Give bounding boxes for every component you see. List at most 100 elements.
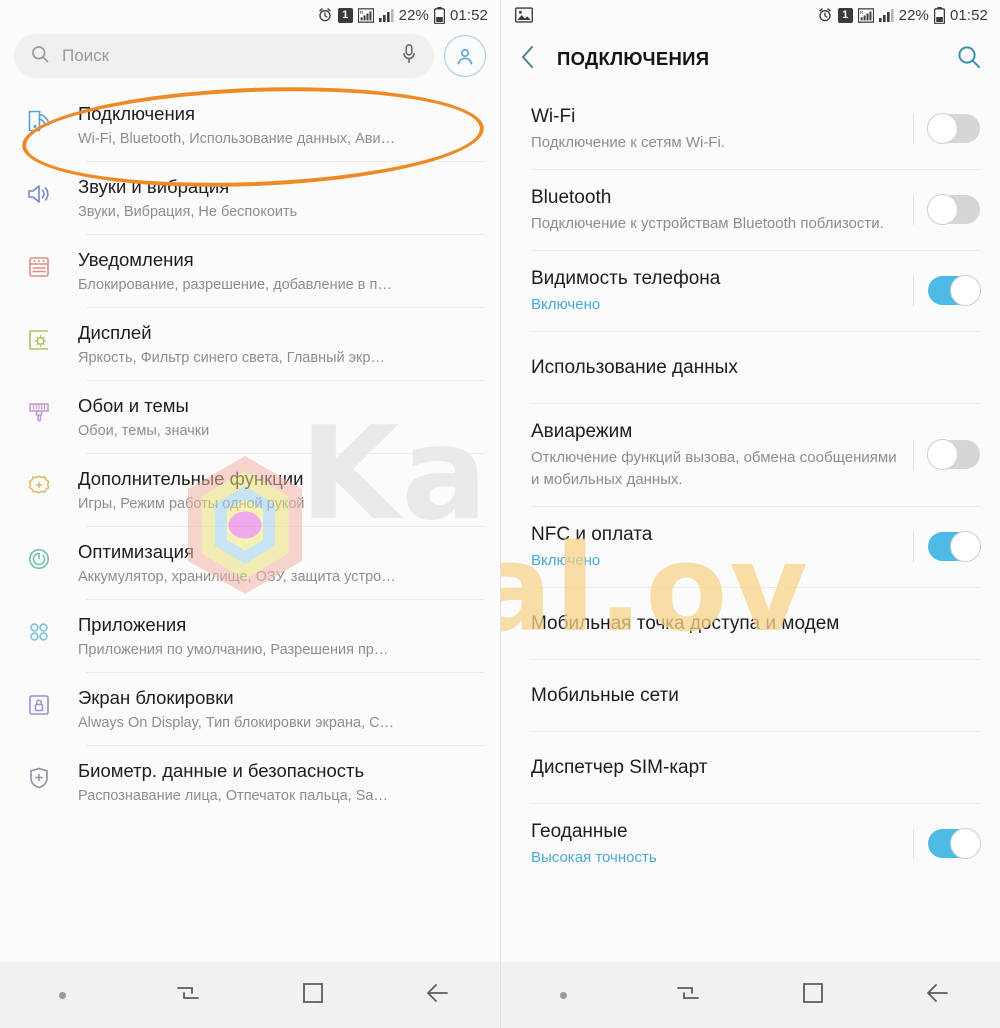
connection-item-sim-manager[interactable]: Диспетчер SIM-карт [501,731,1000,803]
search-icon [30,44,50,69]
wifi-toggle[interactable] [927,113,980,144]
clock-label: 01:52 [449,6,488,24]
connection-item-airplane-mode[interactable]: Авиарежим Отключение функций вызова, обм… [501,403,1000,506]
toggle-wrap [913,439,980,470]
alarm-clock-icon [817,7,833,23]
signal-bars-icon [378,8,394,22]
connection-item-nfc[interactable]: NFC и оплата Включено [501,506,1000,587]
nav-home-dot-button[interactable] [501,991,626,999]
settings-item-sounds[interactable]: Звуки и вибрация Звуки, Вибрация, Не бес… [0,161,500,234]
advanced-features-icon [22,466,56,499]
back-arrow-icon [425,982,451,1009]
connection-item-hotspot[interactable]: Мобильная точка доступа и модем [501,587,1000,659]
nav-home-button[interactable] [751,982,876,1009]
settings-item-subtitle: Распознавание лица, Отпечаток пальца, Sa… [78,788,388,804]
settings-item-subtitle: Игры, Режим работы одной рукой [78,496,305,512]
battery-percent-label: 22% [398,6,429,24]
dual-screenshot-container: 1 R 22% 01:52 Поиск Подключения Wi-Fi, B… [0,0,1000,1028]
settings-item-advanced[interactable]: Дополнительные функции Игры, Режим работ… [0,453,500,526]
nav-home-button[interactable] [250,982,375,1009]
settings-item-notifications[interactable]: Уведомления Блокирование, разрешение, до… [0,234,500,307]
settings-item-wallpapers[interactable]: Обои и темы Обои, темы, значки [0,380,500,453]
settings-item-subtitle: Яркость, Фильтр синего света, Главный эк… [78,350,385,366]
clock-label: 01:52 [949,6,988,24]
vertical-divider [913,113,914,144]
nav-recents-button[interactable] [626,982,751,1009]
airplane-mode-toggle[interactable] [927,439,980,470]
sim-badge-icon: 1 [837,7,853,23]
vertical-divider [913,531,914,562]
svg-text:R: R [859,10,863,16]
connection-item-title: Видимость телефона [531,268,721,289]
connection-item-subtitle: Подключение к устройствам Bluetooth побл… [531,215,884,232]
account-avatar-icon[interactable] [444,35,486,77]
connection-item-title: Авиарежим [531,421,633,442]
connection-item-title: Диспетчер SIM-карт [531,756,708,778]
notifications-icon [22,247,56,280]
status-bar-left: 1 R 22% 01:52 [0,0,500,30]
connection-item-title: Геоданные [531,821,628,842]
display-icon [22,320,56,353]
svg-text:R: R [359,10,363,16]
connection-item-bluetooth[interactable]: Bluetooth Подключение к устройствам Blue… [501,169,1000,250]
nav-back-button[interactable] [375,982,500,1009]
toggle-wrap [913,113,980,144]
back-chevron-icon[interactable] [517,44,539,75]
toggle-wrap [913,275,981,306]
left-phone-screen: 1 R 22% 01:52 Поиск Подключения Wi-Fi, B… [0,0,500,1028]
connections-icon [22,101,56,134]
home-square-icon [802,982,824,1009]
recents-icon [675,982,701,1009]
right-phone-screen: 1 R 22% 01:52 ПОДКЛЮЧЕНИЯ Wi-Fi Подключе… [500,0,1000,1028]
lock-screen-icon [22,685,56,718]
toggle-knob [950,275,981,306]
vertical-divider [913,275,914,306]
battery-percent-label: 22% [898,6,929,24]
phone-visibility-toggle[interactable] [928,275,981,306]
recents-icon [175,982,201,1009]
connection-item-title: Мобильные сети [531,684,679,706]
nfc-toggle[interactable] [928,531,981,562]
bluetooth-toggle[interactable] [927,194,980,225]
search-icon[interactable] [956,44,982,75]
connection-item-subtitle: Отключение функций вызова, обмена сообще… [531,449,897,488]
settings-item-lockscreen[interactable]: Экран блокировки Always On Display, Тип … [0,672,500,745]
settings-item-connections[interactable]: Подключения Wi-Fi, Bluetooth, Использова… [0,88,500,161]
toggle-knob [927,439,958,470]
location-toggle[interactable] [928,828,981,859]
nav-recents-button[interactable] [125,982,250,1009]
connection-item-mobile-networks[interactable]: Мобильные сети [501,659,1000,731]
settings-list: Подключения Wi-Fi, Bluetooth, Использова… [0,88,500,818]
settings-item-title: Подключения [78,103,196,124]
search-input[interactable]: Поиск [14,34,434,78]
connection-item-title: Wi-Fi [531,106,576,127]
connection-item-wifi[interactable]: Wi-Fi Подключение к сетям Wi-Fi. [501,88,1000,169]
page-title: ПОДКЛЮЧЕНИЯ [557,48,710,69]
microphone-icon[interactable] [400,43,418,70]
settings-item-title: Обои и темы [78,395,189,416]
home-square-icon [302,982,324,1009]
settings-item-apps[interactable]: Приложения Приложения по умолчанию, Разр… [0,599,500,672]
settings-item-title: Дополнительные функции [78,468,304,489]
nav-back-button[interactable] [875,982,1000,1009]
toggle-knob [927,194,958,225]
alarm-clock-icon [317,7,333,23]
connection-item-data-usage[interactable]: Использование данных [501,331,1000,403]
connection-item-phone-visibility[interactable]: Видимость телефона Включено [501,250,1000,331]
nav-bar-left [0,962,500,1028]
toggle-wrap [913,194,980,225]
settings-item-subtitle: Приложения по умолчанию, Разрешения пр… [78,642,389,658]
vertical-divider [913,828,914,859]
connection-item-location[interactable]: Геоданные Высокая точность [501,803,1000,884]
biometrics-shield-icon [22,758,56,791]
signal-bars-icon [878,8,894,22]
settings-item-subtitle: Звуки, Вибрация, Не беспокоить [78,204,298,220]
settings-item-biometrics[interactable]: Биометр. данные и безопасность Распознав… [0,745,500,818]
settings-item-subtitle: Wi-Fi, Bluetooth, Использование данных, … [78,131,396,147]
settings-item-title: Звуки и вибрация [78,176,230,197]
settings-item-optimization[interactable]: Оптимизация Аккумулятор, хранилище, ОЗУ,… [0,526,500,599]
settings-item-display[interactable]: Дисплей Яркость, Фильтр синего света, Гл… [0,307,500,380]
nav-home-dot-button[interactable] [0,991,125,999]
home-dot-icon [559,991,567,999]
apps-icon [22,612,56,645]
